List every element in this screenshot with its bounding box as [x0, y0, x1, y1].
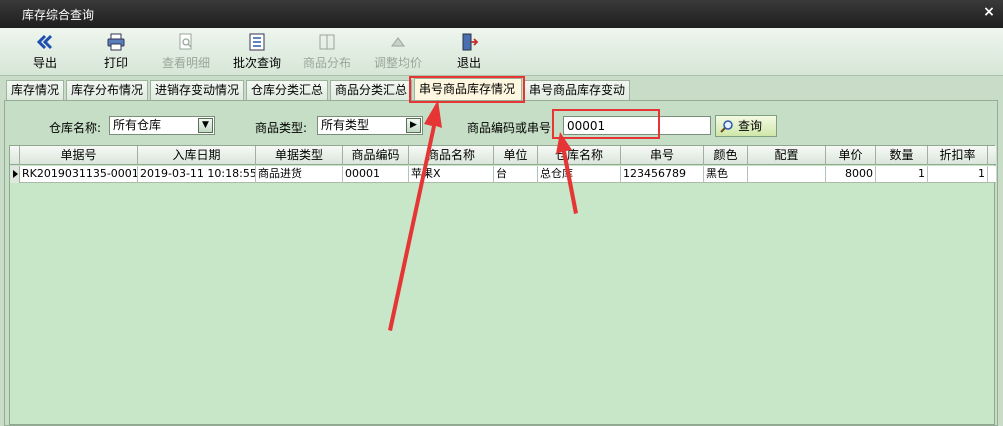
- adjust-avg-price-button[interactable]: 调整均价: [368, 32, 428, 72]
- tab-warehouse-summary[interactable]: 仓库分类汇总: [246, 80, 328, 100]
- column-header[interactable]: 单据类型: [256, 146, 343, 165]
- column-header[interactable]: 商品名称: [409, 146, 494, 165]
- cell-product-name[interactable]: 苹果X: [409, 166, 494, 183]
- filter-bar: 仓库名称: 所有仓库 ▼ 商品类型: 所有类型 ▶ 商品编码或串号: 查询: [5, 101, 997, 143]
- cell-doc-no[interactable]: RK2019031135-0001: [20, 166, 138, 183]
- column-header[interactable]: 仓库名称: [538, 146, 621, 165]
- toolbar: 导出 打印 查看明细 批次查询 商品分布 调整均价 退出: [0, 28, 1003, 76]
- double-chevron-left-icon: [36, 34, 53, 50]
- product-code-input[interactable]: [563, 116, 711, 135]
- cell-unit-price[interactable]: 8000: [826, 166, 876, 183]
- chevron-down-icon[interactable]: ▼: [198, 118, 213, 133]
- tab-purchase-sales-stock[interactable]: 进销存变动情况: [150, 80, 244, 100]
- code-label: 商品编码或串号:: [467, 121, 556, 135]
- product-distribution-button[interactable]: 商品分布: [297, 32, 357, 72]
- view-detail-label: 查看明细: [161, 56, 210, 70]
- cell-color[interactable]: 黑色: [704, 166, 748, 183]
- cell-in-date[interactable]: 2019-03-11 10:18:55: [138, 166, 256, 183]
- column-header[interactable]: 单价: [826, 146, 876, 165]
- warehouse-select[interactable]: 所有仓库 ▼: [109, 116, 215, 135]
- print-button[interactable]: 打印: [86, 32, 146, 72]
- cell-discount[interactable]: 1: [928, 166, 988, 183]
- adjust-avg-price-label: 调整均价: [373, 56, 422, 70]
- batch-query-button[interactable]: 批次查询: [227, 32, 287, 72]
- cell-doc-type[interactable]: 商品进货: [256, 166, 343, 183]
- cell-warehouse[interactable]: 总仓库: [538, 166, 621, 183]
- row-indicator-icon: [10, 166, 20, 183]
- category-select[interactable]: 所有类型 ▶: [317, 116, 423, 135]
- cell-quantity[interactable]: 1: [876, 166, 928, 183]
- exit-label: 退出: [456, 56, 481, 70]
- column-header[interactable]: 入库日期: [138, 146, 256, 165]
- row-indicator-header: [10, 146, 20, 165]
- query-panel: 仓库名称: 所有仓库 ▼ 商品类型: 所有类型 ▶ 商品编码或串号: 查询 单据…: [4, 100, 998, 426]
- cell-product-code[interactable]: 00001: [343, 166, 409, 183]
- tab-serial-inventory[interactable]: 串号商品库存情况: [414, 78, 522, 100]
- column-header[interactable]: 折扣率: [928, 146, 988, 165]
- warehouse-label: 仓库名称:: [49, 121, 102, 135]
- column-header[interactable]: 颜色: [704, 146, 748, 165]
- cell-unit[interactable]: 台: [494, 166, 538, 183]
- exit-button[interactable]: 退出: [439, 32, 499, 72]
- warehouse-select-value: 所有仓库: [113, 118, 162, 132]
- close-icon[interactable]: ×: [981, 4, 997, 20]
- search-icon: [720, 120, 733, 133]
- tab-category-summary[interactable]: 商品分类汇总: [330, 80, 412, 100]
- column-header[interactable]: 商品编码: [343, 146, 409, 165]
- category-select-value: 所有类型: [321, 118, 370, 132]
- printer-icon: [107, 33, 125, 51]
- view-detail-button[interactable]: 查看明细: [156, 32, 216, 72]
- tab-inventory-status[interactable]: 库存情况: [6, 80, 64, 100]
- window-title: 库存综合查询: [22, 8, 95, 22]
- grid-header: 单据号 入库日期 单据类型 商品编码 商品名称 单位 仓库名称 串号 颜色 配置…: [10, 146, 996, 165]
- query-button-label: 查询: [738, 119, 763, 133]
- results-grid: 单据号 入库日期 单据类型 商品编码 商品名称 单位 仓库名称 串号 颜色 配置…: [9, 145, 996, 425]
- print-label: 打印: [103, 56, 128, 70]
- exit-door-icon: [462, 33, 479, 51]
- column-header[interactable]: 串号: [621, 146, 704, 165]
- column-header[interactable]: 配置: [748, 146, 826, 165]
- cell-config[interactable]: [748, 166, 826, 183]
- export-button[interactable]: 导出: [15, 32, 75, 72]
- product-distribution-label: 商品分布: [302, 56, 351, 70]
- tab-bar: 库存情况 库存分布情况 进销存变动情况 仓库分类汇总 商品分类汇总 串号商品库存…: [0, 78, 1003, 100]
- document-search-icon: [179, 33, 192, 50]
- export-label: 导出: [32, 56, 57, 70]
- category-label: 商品类型:: [255, 121, 308, 135]
- table-row[interactable]: RK2019031135-0001 2019-03-11 10:18:55 商品…: [10, 166, 996, 183]
- chevron-right-icon[interactable]: ▶: [406, 118, 421, 133]
- tab-serial-inventory-change[interactable]: 串号商品库存变动: [524, 80, 630, 100]
- window-titlebar: 库存综合查询 ×: [0, 0, 1003, 28]
- query-button[interactable]: 查询: [715, 115, 777, 137]
- column-header[interactable]: 单据号: [20, 146, 138, 165]
- batch-query-label: 批次查询: [232, 56, 281, 70]
- column-header[interactable]: 单位: [494, 146, 538, 165]
- list-icon: [249, 33, 265, 51]
- column-header[interactable]: 数量: [876, 146, 928, 165]
- cell-serial-no[interactable]: 123456789: [621, 166, 704, 183]
- tab-inventory-distribution[interactable]: 库存分布情况: [66, 80, 148, 100]
- columns-icon: [319, 34, 335, 50]
- triangle-up-icon: [391, 37, 405, 47]
